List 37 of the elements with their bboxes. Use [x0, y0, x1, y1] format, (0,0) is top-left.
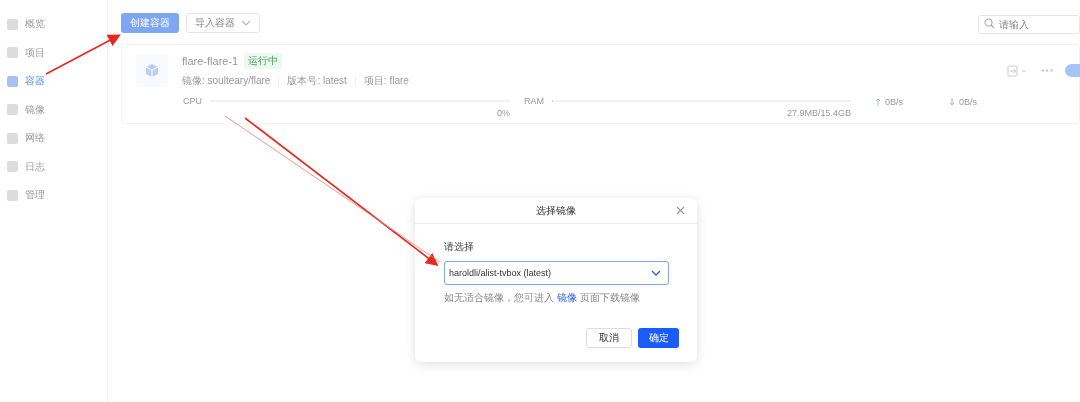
cube-icon: [136, 54, 168, 87]
hint-text: 如无适合镜像，您可进入 镜像 页面下载镜像: [444, 291, 641, 305]
search-icon: [984, 17, 995, 29]
upload-speed: 0B/s: [885, 96, 903, 107]
search-field[interactable]: 请输入: [978, 14, 1080, 34]
dialog-title: 选择镜像: [536, 203, 576, 218]
import-container-dropdown[interactable]: 导入容器: [186, 13, 260, 33]
image-link[interactable]: 镜像: [556, 292, 577, 303]
close-icon[interactable]: [676, 206, 685, 215]
status-tag: 运行中: [244, 53, 283, 69]
sidebar-item[interactable]: 网络: [0, 124, 107, 153]
arrow-down-icon: [949, 97, 955, 106]
cancel-button[interactable]: 取消: [586, 328, 632, 348]
ram-label: RAM: [524, 96, 544, 106]
download-speed: 0B/s: [959, 96, 977, 107]
sidebar-item[interactable]: 镜像: [0, 95, 107, 124]
sidebar-item[interactable]: 概览: [0, 10, 107, 39]
chevron-down-icon: [651, 270, 661, 276]
version-text: 版本号: latest: [287, 74, 347, 88]
cpu-label: CPU: [183, 96, 202, 106]
arrow-up-icon: [875, 97, 881, 106]
create-container-button[interactable]: 创建容器: [121, 13, 179, 33]
sidebar-item[interactable]: 管理: [0, 181, 107, 210]
sidebar-item[interactable]: 容器: [0, 67, 107, 96]
more-icon[interactable]: [1041, 69, 1053, 72]
sidebar-item[interactable]: 日志: [0, 152, 107, 181]
enter-icon[interactable]: [1007, 64, 1029, 77]
image-text: 镜像: soulteary/flare: [182, 74, 271, 88]
chevron-down-icon: [241, 20, 251, 26]
ram-reading: 27.9MB/15.4GB: [786, 108, 851, 118]
confirm-button[interactable]: 确定: [638, 328, 679, 348]
image-select[interactable]: haroldli/alist-tvbox (latest): [444, 261, 669, 285]
cpu-reading: 0%: [497, 108, 510, 118]
sidebar-item[interactable]: 项目: [0, 38, 107, 67]
container-name: flare-flare-1: [182, 55, 239, 67]
project-text: 项目: flare: [363, 74, 409, 88]
field-label: 请选择: [444, 240, 475, 254]
